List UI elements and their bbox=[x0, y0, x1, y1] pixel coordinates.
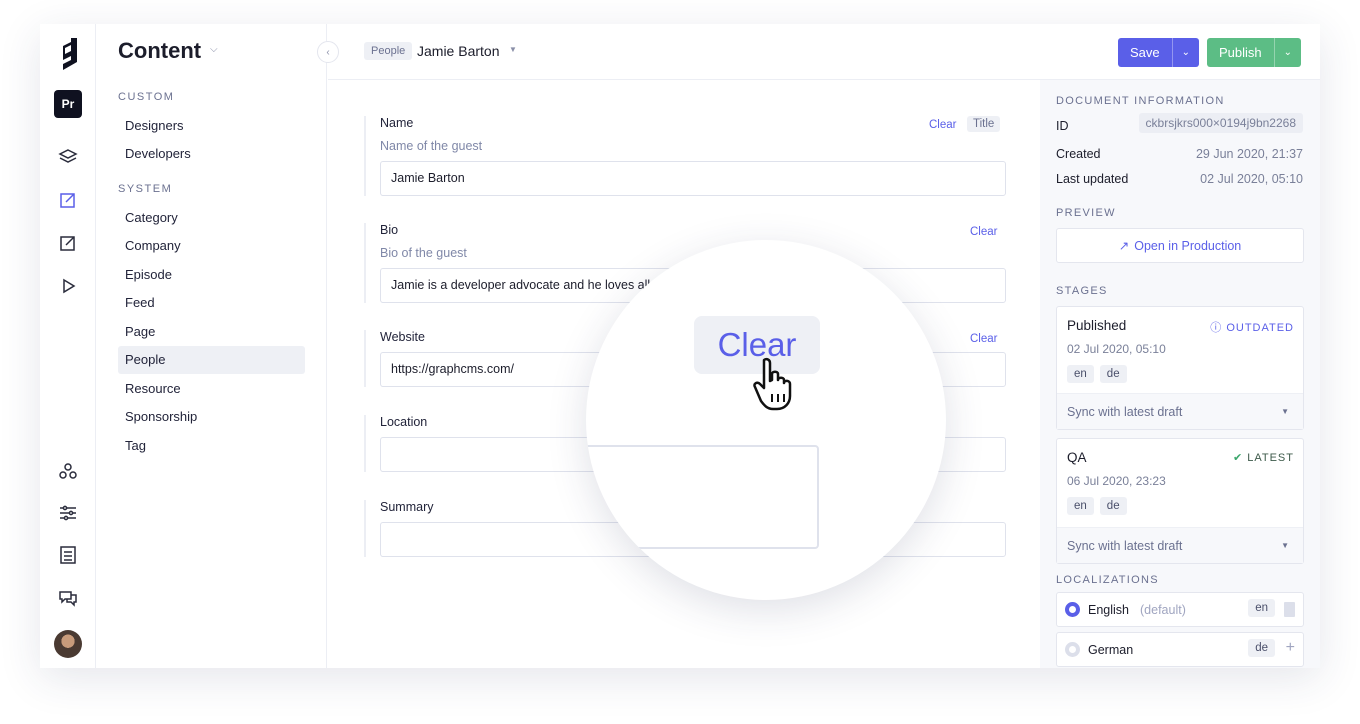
eye-icon[interactable] bbox=[1065, 602, 1080, 617]
updated-label: Last updated bbox=[1056, 172, 1129, 186]
section-heading: PREVIEW bbox=[1056, 207, 1116, 219]
id-label: ID bbox=[1056, 119, 1069, 133]
project-badge[interactable]: Pr bbox=[54, 90, 82, 118]
nav-item-category[interactable]: Category bbox=[118, 204, 305, 232]
info-icon: ⓘ bbox=[1210, 322, 1223, 334]
open-in-production-button[interactable]: ↗ Open in Production bbox=[1056, 228, 1304, 263]
icon-rail: Pr bbox=[40, 24, 96, 668]
hand-pointer-icon bbox=[753, 357, 792, 411]
external-link-icon: ↗ bbox=[1118, 239, 1130, 253]
stage-card-qa: QA ✔ LATEST 06 Jul 2020, 23:23 en de Sync… bbox=[1056, 438, 1304, 564]
eye-icon[interactable] bbox=[1065, 642, 1080, 657]
stage-card-published: Published ⓘ OUTDATED 02 Jul 2020, 05:10 … bbox=[1056, 306, 1304, 430]
settings-sliders-icon[interactable] bbox=[56, 501, 80, 525]
plus-icon[interactable]: + bbox=[1286, 639, 1295, 657]
open-prod-label: Open in Production bbox=[1134, 238, 1242, 253]
edit-icon[interactable] bbox=[56, 231, 80, 255]
chevron-down-icon: ▼ bbox=[1281, 407, 1289, 416]
sync-select[interactable]: Sync with latest draft ▼ bbox=[1057, 527, 1303, 563]
nav-item-tag[interactable]: Tag bbox=[118, 432, 305, 460]
field-label: Name bbox=[380, 116, 414, 130]
chevron-down-icon[interactable]: ⌵ bbox=[210, 44, 218, 55]
nav-item-designers[interactable]: Designers bbox=[118, 112, 305, 140]
locale-tag: de bbox=[1099, 365, 1127, 383]
nav-item-sponsorship[interactable]: Sponsorship bbox=[118, 403, 305, 431]
save-dropdown-chevron-icon[interactable]: ⌄ bbox=[1171, 38, 1199, 67]
field-label: Bio bbox=[380, 223, 399, 237]
trash-icon[interactable] bbox=[1284, 602, 1295, 617]
locale-row-english: English (default) en bbox=[1056, 592, 1304, 627]
nav-item-episode[interactable]: Episode bbox=[118, 261, 305, 289]
locale-tag: de bbox=[1099, 497, 1127, 515]
section-custom: CUSTOM bbox=[118, 91, 175, 103]
field-hint: Name of the guest bbox=[380, 139, 483, 153]
locale-name: German bbox=[1088, 643, 1134, 657]
magnifier-overlay: Clear bbox=[586, 240, 946, 600]
nav-item-resource[interactable]: Resource bbox=[118, 375, 305, 403]
section-heading: LOCALIZATIONS bbox=[1056, 574, 1159, 586]
stage-status: OUTDATED bbox=[1226, 322, 1294, 334]
updated-value: 02 Jul 2020, 05:10 bbox=[1200, 172, 1303, 186]
clear-button[interactable]: Clear bbox=[929, 119, 956, 131]
webhooks-icon[interactable] bbox=[56, 459, 80, 483]
nav-item-company[interactable]: Company bbox=[118, 232, 305, 260]
docs-icon[interactable] bbox=[56, 543, 80, 567]
document-sidebar: DOCUMENT INFORMATION ID ckbrsjkrs000×019… bbox=[1040, 80, 1320, 668]
chevron-down-icon: ▼ bbox=[1281, 541, 1289, 550]
entry-title: Jamie Barton bbox=[417, 43, 500, 59]
header: People Jamie Barton ▼ Save ⌄ Publish ⌄ bbox=[328, 24, 1320, 80]
stage-status: LATEST bbox=[1247, 452, 1294, 464]
nav-title[interactable]: Content bbox=[118, 38, 201, 64]
section-system: SYSTEM bbox=[118, 183, 173, 195]
chevron-down-icon[interactable]: ▼ bbox=[509, 45, 517, 54]
locale-row-german: German de + bbox=[1056, 632, 1304, 667]
clear-button[interactable]: Clear bbox=[970, 226, 997, 238]
locale-tag: en bbox=[1067, 497, 1094, 515]
content-nav: Content ⌵ CUSTOM Designers Developers SY… bbox=[96, 24, 327, 668]
nav-item-developers[interactable]: Developers bbox=[118, 140, 305, 168]
logo-icon[interactable] bbox=[56, 38, 80, 70]
created-label: Created bbox=[1056, 147, 1101, 161]
sync-label: Sync with latest draft bbox=[1067, 539, 1183, 553]
layers-icon[interactable] bbox=[56, 145, 80, 169]
check-icon: ✔ bbox=[1232, 452, 1244, 464]
locale-name: English bbox=[1088, 603, 1129, 617]
stage-name: Published bbox=[1067, 318, 1127, 333]
section-heading: DOCUMENT INFORMATION bbox=[1056, 95, 1225, 107]
model-tag[interactable]: People bbox=[364, 42, 413, 60]
section-heading: STAGES bbox=[1056, 285, 1108, 297]
nav-item-feed[interactable]: Feed bbox=[118, 289, 305, 317]
name-input[interactable]: Jamie Barton bbox=[380, 161, 1006, 196]
stage-name: QA bbox=[1067, 450, 1087, 465]
sync-label: Sync with latest draft bbox=[1067, 405, 1183, 419]
locale-tag: en bbox=[1067, 365, 1094, 383]
edit-content-icon[interactable] bbox=[56, 188, 80, 212]
locale-code: de bbox=[1248, 639, 1275, 657]
created-value: 29 Jun 2020, 21:37 bbox=[1195, 147, 1303, 161]
field-name: Name Name of the guest Jamie Barton bbox=[364, 116, 1006, 196]
publish-button[interactable]: Publish ⌄ bbox=[1207, 38, 1302, 67]
nav-item-page[interactable]: Page bbox=[118, 318, 305, 346]
save-label: Save bbox=[1130, 45, 1160, 60]
save-button[interactable]: Save ⌄ bbox=[1118, 38, 1200, 67]
publish-label: Publish bbox=[1219, 45, 1262, 60]
locale-default: (default) bbox=[1140, 603, 1186, 617]
play-icon[interactable] bbox=[56, 274, 80, 298]
magnified-input bbox=[586, 445, 819, 549]
id-value[interactable]: ckbrsjkrs000×0194j9bn2268 bbox=[1138, 113, 1303, 133]
sync-select[interactable]: Sync with latest draft ▼ bbox=[1057, 393, 1303, 429]
nav-item-people[interactable]: People bbox=[118, 346, 305, 374]
stage-date: 06 Jul 2020, 23:23 bbox=[1067, 474, 1166, 488]
stage-date: 02 Jul 2020, 05:10 bbox=[1067, 342, 1166, 356]
locale-code: en bbox=[1248, 599, 1275, 617]
title-tag: Title bbox=[967, 116, 1001, 132]
chat-icon[interactable] bbox=[56, 586, 80, 610]
clear-button[interactable]: Clear bbox=[970, 333, 997, 345]
avatar[interactable] bbox=[54, 630, 82, 658]
collapse-sidebar-button[interactable]: ‹ bbox=[317, 41, 339, 63]
publish-dropdown-chevron-icon[interactable]: ⌄ bbox=[1273, 38, 1301, 67]
